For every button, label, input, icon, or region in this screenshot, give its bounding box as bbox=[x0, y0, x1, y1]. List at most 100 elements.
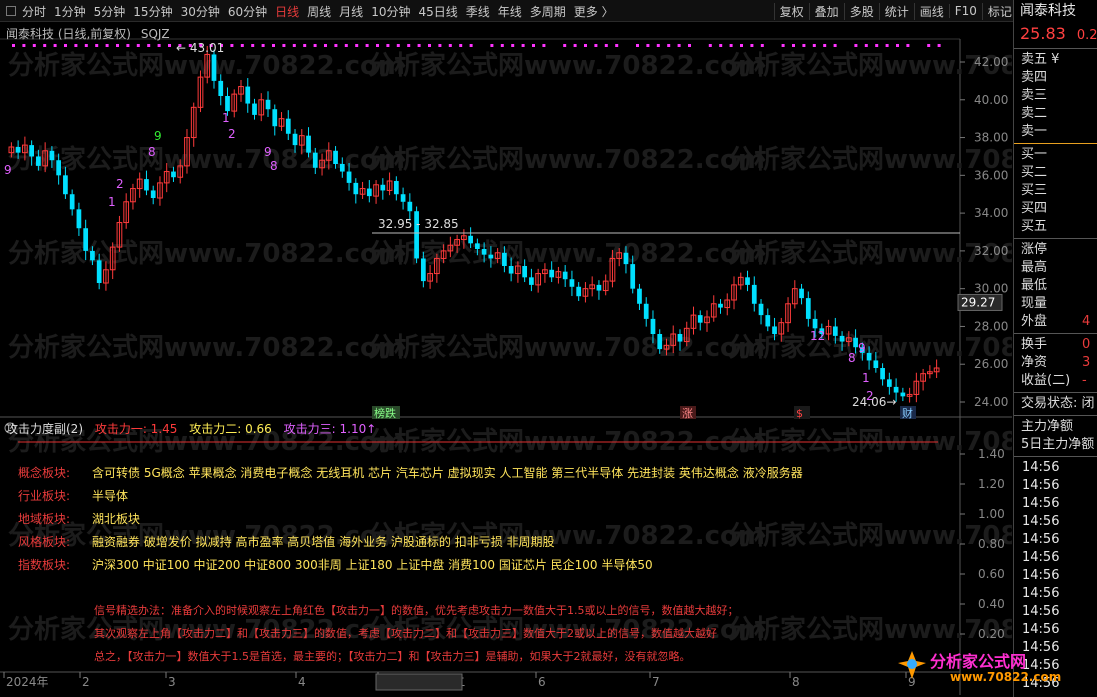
period-tab[interactable]: 周线 bbox=[307, 3, 331, 20]
tick-time: 14:56 bbox=[1022, 514, 1060, 529]
period-tab[interactable]: 45日线 bbox=[418, 3, 457, 20]
signal-mark: 9 bbox=[154, 129, 162, 143]
candle-body bbox=[420, 258, 426, 282]
signal-dot bbox=[667, 44, 671, 47]
signal-dot bbox=[438, 44, 442, 47]
candle-body bbox=[893, 386, 899, 393]
candle-body bbox=[873, 360, 879, 368]
period-tab[interactable]: 年线 bbox=[498, 3, 522, 20]
y-tick-label: 28.00 bbox=[974, 319, 1008, 333]
signal-dot bbox=[230, 44, 234, 47]
candle-body bbox=[90, 250, 95, 261]
bid-label: 买二 bbox=[1021, 165, 1048, 180]
candle-body bbox=[697, 315, 703, 323]
period-tab[interactable]: 15分钟 bbox=[133, 3, 172, 20]
watermark-text: 分析家公式网www.70822.com bbox=[368, 50, 765, 81]
period-tab[interactable]: 5分钟 bbox=[94, 3, 126, 20]
signal-dot bbox=[459, 44, 463, 47]
period-tab[interactable]: 日线 bbox=[275, 3, 299, 20]
sector-key: 概念板块: bbox=[18, 466, 71, 480]
tool-button[interactable]: 标记 bbox=[981, 2, 1017, 20]
stat-label: 现量 bbox=[1021, 296, 1048, 311]
signal-dot bbox=[885, 44, 889, 47]
sector-value: 含可转债 5G概念 苹果概念 消费电子概念 无线耳机 芯片 汽车芯片 虚拟现实 … bbox=[92, 466, 803, 480]
period-tab[interactable]: 10分钟 bbox=[371, 3, 410, 20]
fund-flow-label[interactable]: 主力净额 bbox=[1014, 418, 1097, 436]
tool-button[interactable]: F10 bbox=[948, 4, 982, 18]
candle-body bbox=[211, 54, 217, 81]
tick-time: 14:56 bbox=[1022, 478, 1060, 493]
period-tab[interactable]: 季线 bbox=[466, 3, 490, 20]
candle-body bbox=[380, 184, 386, 191]
signal-dot bbox=[157, 44, 161, 47]
window-menu-icon[interactable] bbox=[6, 6, 16, 16]
x-tick-label: 6 bbox=[538, 675, 546, 689]
signal-dot bbox=[22, 44, 26, 47]
period-tab[interactable]: 60分钟 bbox=[228, 3, 267, 20]
candle-body bbox=[569, 279, 575, 287]
current-price: 25.83 0.2 bbox=[1014, 22, 1097, 46]
candle-body bbox=[900, 392, 906, 397]
candle-body bbox=[657, 334, 663, 350]
tick-time: 14:56 bbox=[1022, 622, 1060, 637]
period-tab[interactable]: 1分钟 bbox=[54, 3, 86, 20]
price-value: 25.83 bbox=[1020, 24, 1066, 43]
period-tab[interactable]: 多周期 bbox=[530, 3, 566, 20]
tick-time: 14:56 bbox=[1022, 532, 1060, 547]
event-badge-text: 涨 bbox=[682, 407, 693, 420]
period-tab[interactable]: 更多 〉 bbox=[574, 3, 614, 20]
sector-row: 风格板块: 融资融券 破增发价 拟减持 高市盈率 高贝塔值 海外业务 沪股通标的 … bbox=[18, 533, 555, 550]
candle-body bbox=[562, 271, 568, 280]
candle-body bbox=[96, 260, 102, 283]
signal-dot bbox=[906, 44, 910, 47]
candle-body bbox=[292, 133, 298, 146]
five-day-flow-label[interactable]: 5日主力净额 bbox=[1014, 436, 1097, 454]
sub-indicator-name[interactable]: 攻击力度副(2) bbox=[6, 422, 83, 436]
tool-button[interactable]: 叠加 bbox=[808, 2, 844, 20]
candle-body bbox=[596, 284, 602, 291]
signal-mark: 9 bbox=[4, 163, 12, 177]
signal-dot bbox=[12, 44, 15, 47]
range-label: 32.95 - 32.85 bbox=[378, 217, 459, 231]
candle-body bbox=[880, 368, 885, 380]
candle-body bbox=[677, 334, 683, 342]
signal-dot bbox=[812, 44, 816, 47]
signal-mark: 2 bbox=[228, 127, 236, 141]
kline-chart-svg[interactable]: 分析家公式网www.70822.com 分析家公式网www.70822.com 分析… bbox=[0, 22, 1012, 695]
candle-body bbox=[832, 326, 838, 336]
signal-dot bbox=[168, 44, 171, 47]
period-tab[interactable]: 分时 bbox=[22, 3, 46, 20]
x-tick-label: 4 bbox=[298, 675, 306, 689]
candle-body bbox=[272, 109, 278, 127]
ask-row: 卖五 ¥ bbox=[1014, 51, 1097, 69]
y-tick-label: 26.00 bbox=[974, 357, 1008, 371]
watermark-text: 分析家公式网www.70822.com bbox=[728, 144, 1012, 175]
stat-row: 现量 bbox=[1014, 295, 1097, 313]
signal-dot bbox=[615, 44, 619, 47]
sector-value: 半导体 bbox=[92, 489, 129, 503]
period-tab[interactable]: 月线 bbox=[339, 3, 363, 20]
tool-button[interactable]: 多股 bbox=[843, 2, 879, 20]
event-badge-text: $ bbox=[796, 407, 803, 420]
tool-button[interactable]: 复权 bbox=[773, 2, 809, 20]
sub-y-tick-label: 0.60 bbox=[978, 567, 1005, 581]
signal-dot bbox=[43, 44, 47, 47]
candle-body bbox=[36, 156, 41, 166]
candle-body bbox=[15, 147, 21, 153]
period-tab[interactable]: 30分钟 bbox=[181, 3, 220, 20]
watermark-text: 分析家公式网www.70822.com bbox=[368, 332, 765, 363]
tool-button[interactable]: 统计 bbox=[878, 2, 914, 20]
indicator-name[interactable]: SQJZ bbox=[141, 27, 170, 41]
kline-chart-area[interactable]: 分析家公式网www.70822.com 分析家公式网www.70822.com 分析… bbox=[0, 22, 1012, 695]
bid-label: 买四 bbox=[1021, 201, 1048, 216]
signal-dot bbox=[272, 44, 275, 47]
signal-dot bbox=[64, 44, 67, 47]
tool-button[interactable]: 画线 bbox=[913, 2, 949, 20]
signal-dot bbox=[417, 44, 421, 47]
sector-value: 融资融券 破增发价 拟减持 高市盈率 高贝塔值 海外业务 沪股通标的 扣非亏损 … bbox=[92, 535, 555, 549]
force-two-value: 攻击力二: 0.66 bbox=[189, 422, 272, 436]
signal-dot bbox=[95, 44, 99, 47]
sector-row: 行业板块: 半导体 bbox=[18, 487, 128, 504]
candle-body bbox=[886, 379, 892, 387]
signal-dot bbox=[656, 44, 660, 47]
